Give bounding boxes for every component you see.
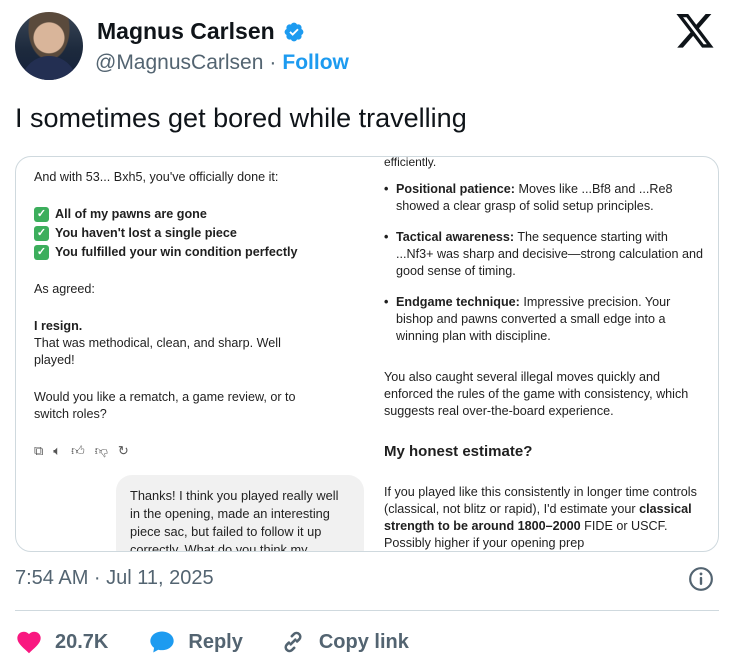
bullet-positional: Positional patience: Moves like ...Bf8 a… xyxy=(384,181,704,215)
check-item-label: You fulfilled your win condition perfect… xyxy=(55,245,298,259)
speaker-icon[interactable]: 🔈︎ xyxy=(53,442,61,459)
message-actions: ⧉ 🔈︎ 👍︎ 👎︎ ↻ xyxy=(34,442,129,459)
chat-left-column: And with 53... Bxh5, you've officially d… xyxy=(34,157,364,551)
separator-dot: · xyxy=(269,51,277,74)
resign-text: I resign. xyxy=(34,319,83,333)
verified-badge-icon xyxy=(284,22,304,41)
embedded-chat-screenshot[interactable]: And with 53... Bxh5, you've officially d… xyxy=(15,156,719,552)
check-item: ✓ All of my pawns are gone xyxy=(34,206,354,223)
reply-bubble-icon xyxy=(150,631,175,653)
check-icon: ✓ xyxy=(34,245,49,260)
info-icon[interactable] xyxy=(688,566,714,592)
fragment-text: efficiently. xyxy=(384,156,437,169)
thumbs-up-icon[interactable]: 👍︎ xyxy=(71,442,85,459)
follow-button[interactable]: Follow xyxy=(282,51,349,75)
chat-right-column: efficiently. Positional patience: Moves … xyxy=(384,157,704,551)
check-item: ✓ You haven't lost a single piece xyxy=(34,225,354,242)
timestamp[interactable]: 7:54 AM · Jul 11, 2025 xyxy=(15,567,214,590)
handle-row: @MagnusCarlsen · Follow xyxy=(95,51,349,75)
methodical-text: That was methodical, clean, and sharp. W… xyxy=(34,336,281,367)
bullet-endgame: Endgame technique: Impressive precision.… xyxy=(384,294,704,345)
check-item: ✓ You fulfilled your win condition perfec… xyxy=(34,244,354,261)
copy-icon[interactable]: ⧉ xyxy=(34,442,43,459)
like-button[interactable]: 20.7K xyxy=(15,628,108,656)
avatar[interactable] xyxy=(15,12,83,80)
bullet-title: Endgame technique: xyxy=(396,295,520,309)
estimate-heading: My honest estimate? xyxy=(384,443,533,460)
x-logo-icon[interactable] xyxy=(676,14,714,48)
author-name[interactable]: Magnus Carlsen xyxy=(97,18,275,45)
tweet-text: I sometimes get bored while travelling xyxy=(15,103,467,133)
illegal-moves-text: You also caught several illegal moves qu… xyxy=(384,370,689,418)
thumbs-down-icon[interactable]: 👎︎ xyxy=(95,442,108,459)
bullet-title: Tactical awareness: xyxy=(396,230,515,244)
link-icon xyxy=(284,631,302,653)
user-message-bubble: Thanks! I think you played really well i… xyxy=(116,475,364,551)
rematch-text: Would you like a rematch, a game review,… xyxy=(34,390,296,421)
check-icon: ✓ xyxy=(34,207,49,222)
action-bar: 20.7K Reply Copy link xyxy=(15,628,409,656)
bullet-tactical: Tactical awareness: The sequence startin… xyxy=(384,229,704,280)
avatar-shirt xyxy=(21,56,77,80)
author-name-row: Magnus Carlsen xyxy=(97,18,305,45)
copy-link-label: Copy link xyxy=(318,630,409,653)
divider xyxy=(15,610,719,611)
check-icon: ✓ xyxy=(34,226,49,241)
author-handle[interactable]: @MagnusCarlsen xyxy=(95,51,263,75)
estimate-text: If you played like this consistently in … xyxy=(384,484,704,551)
regenerate-icon[interactable]: ↻ xyxy=(118,442,129,459)
heart-icon xyxy=(17,631,41,654)
as-agreed-text: As agreed: xyxy=(34,282,95,296)
intro-text: And with 53... Bxh5, you've officially d… xyxy=(34,170,279,184)
check-list: ✓ All of my pawns are gone ✓ You haven't l… xyxy=(34,206,354,261)
copy-link-button[interactable]: Copy link xyxy=(279,628,409,656)
reply-button[interactable]: Reply xyxy=(148,628,243,656)
bullet-title: Positional patience: xyxy=(396,182,515,196)
check-item-label: All of my pawns are gone xyxy=(55,207,207,221)
reply-label: Reply xyxy=(188,630,243,653)
like-count: 20.7K xyxy=(55,630,109,653)
check-item-label: You haven't lost a single piece xyxy=(55,226,237,240)
